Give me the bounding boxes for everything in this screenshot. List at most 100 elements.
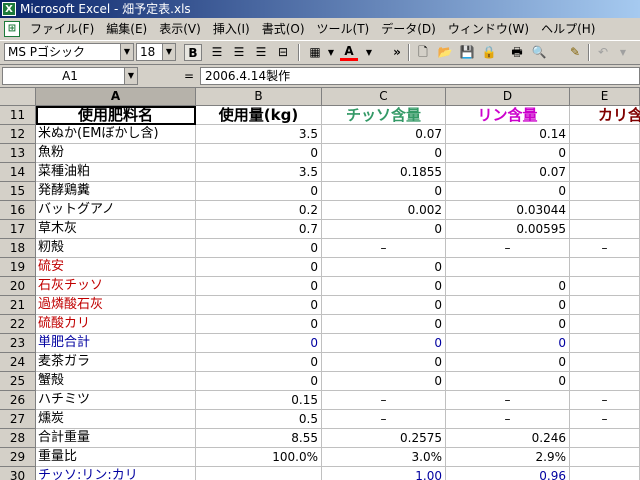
cell-a[interactable]: チッソ:リン:カリ [36,467,196,480]
cell-d[interactable]: 2.9% [446,448,570,467]
row-header[interactable]: 25 [0,372,36,391]
menu-view[interactable]: 表示(V) [153,21,207,37]
cell-e[interactable] [570,334,640,353]
cell-a[interactable]: 重量比 [36,448,196,467]
cell-b[interactable] [196,467,322,480]
cell-c[interactable]: 0 [322,353,446,372]
cell-e[interactable] [570,429,640,448]
row-header[interactable]: 16 [0,201,36,220]
cell-a[interactable]: 硫安 [36,258,196,277]
cell-c[interactable]: 0 [322,296,446,315]
align-right-icon[interactable]: ☰ [252,44,270,61]
cell-d[interactable]: 0.03044 [446,201,570,220]
cell-a[interactable]: 魚粉 [36,144,196,163]
cell-c[interactable]: – [322,410,446,429]
row-header[interactable]: 30 [0,467,36,480]
cell-d[interactable]: 0.14 [446,125,570,144]
cell-d[interactable]: 0 [446,296,570,315]
print-icon[interactable]: 🖶 [508,44,526,61]
print-preview-icon[interactable]: 🔍 [530,44,548,61]
cell-b[interactable]: 0.5 [196,410,322,429]
cell-d[interactable]: 0.07 [446,163,570,182]
font-name-select[interactable]: MS Pゴシック ▼ [4,43,134,61]
cell-b[interactable]: 3.5 [196,125,322,144]
cell-d[interactable]: 0 [446,277,570,296]
row-header[interactable]: 12 [0,125,36,144]
cell-c[interactable]: 0 [322,258,446,277]
undo-icon[interactable]: ↶ [594,44,612,61]
cell-a[interactable]: 硫酸カリ [36,315,196,334]
cell-e[interactable] [570,372,640,391]
cell-c[interactable]: 3.0% [322,448,446,467]
cell-e[interactable] [570,277,640,296]
cell-e[interactable] [570,125,640,144]
cell-d[interactable]: 0 [446,144,570,163]
cell-b[interactable]: 0 [196,144,322,163]
cell-d[interactable]: 0 [446,353,570,372]
cell-c[interactable]: 0.002 [322,201,446,220]
cell-e[interactable]: – [570,410,640,429]
row-header[interactable]: 28 [0,429,36,448]
cell-d[interactable]: 0.00595 [446,220,570,239]
menu-data[interactable]: データ(D) [375,21,442,37]
cell-b[interactable]: 0.2 [196,201,322,220]
cell-d[interactable]: 0.96 [446,467,570,480]
column-header-c[interactable]: C [322,88,446,106]
cell-e[interactable] [570,182,640,201]
cell-c[interactable]: 0 [322,315,446,334]
cell-b[interactable]: 0 [196,334,322,353]
cell-c[interactable]: 0 [322,372,446,391]
cell-d[interactable]: – [446,391,570,410]
menu-insert[interactable]: 挿入(I) [207,21,256,37]
cell-b[interactable]: 0 [196,239,322,258]
row-header[interactable]: 20 [0,277,36,296]
column-header-a[interactable]: A [36,88,196,106]
row-header[interactable]: 17 [0,220,36,239]
chevron-down-icon[interactable]: ▼ [120,44,133,60]
cell-b[interactable]: 0 [196,353,322,372]
cell-c[interactable]: 1.00 [322,467,446,480]
cell-b[interactable]: 8.55 [196,429,322,448]
row-header[interactable]: 14 [0,163,36,182]
cell-e[interactable]: – [570,391,640,410]
cell-d[interactable]: 0.246 [446,429,570,448]
chevron-down-icon[interactable]: ▼ [614,44,632,61]
cell-c[interactable]: – [322,239,446,258]
row-header[interactable]: 22 [0,315,36,334]
cell-d[interactable]: – [446,410,570,429]
row-header[interactable]: 21 [0,296,36,315]
row-header[interactable]: 19 [0,258,36,277]
workbook-icon[interactable]: ⊞ [4,21,20,37]
cell-e[interactable] [570,448,640,467]
menu-format[interactable]: 書式(O) [256,21,311,37]
row-header[interactable]: 11 [0,106,36,125]
cell-e[interactable] [570,144,640,163]
cell-d[interactable]: 0 [446,182,570,201]
chevron-down-icon[interactable]: ▼ [162,44,175,60]
row-header[interactable]: 15 [0,182,36,201]
chevron-down-icon[interactable]: ▼ [322,44,340,61]
header-nitrogen[interactable]: チッソ含量 [322,106,446,125]
cell-a[interactable]: 草木灰 [36,220,196,239]
cell-c[interactable]: 0 [322,220,446,239]
menu-window[interactable]: ウィンドウ(W) [442,21,535,37]
cell-e[interactable] [570,220,640,239]
row-header[interactable]: 24 [0,353,36,372]
cell-a[interactable]: 米ぬか(EMぼかし含) [36,125,196,144]
cell-e[interactable] [570,467,640,480]
header-fertilizer-name[interactable]: 使用肥料名 [36,106,196,125]
cell-e[interactable] [570,296,640,315]
formula-equals-icon[interactable]: = [184,68,194,84]
cell-a[interactable]: 蟹殻 [36,372,196,391]
cell-d[interactable] [446,258,570,277]
cell-b[interactable]: 0 [196,296,322,315]
menu-file[interactable]: ファイル(F) [24,21,100,37]
menu-edit[interactable]: 編集(E) [100,21,153,37]
row-header[interactable]: 18 [0,239,36,258]
cell-b[interactable]: 0.15 [196,391,322,410]
cell-d[interactable]: 0 [446,372,570,391]
cell-b[interactable]: 0 [196,258,322,277]
chevron-down-icon[interactable]: ▼ [360,44,378,61]
chevron-down-icon[interactable]: ▼ [124,68,137,84]
name-box[interactable]: A1 ▼ [2,67,138,85]
